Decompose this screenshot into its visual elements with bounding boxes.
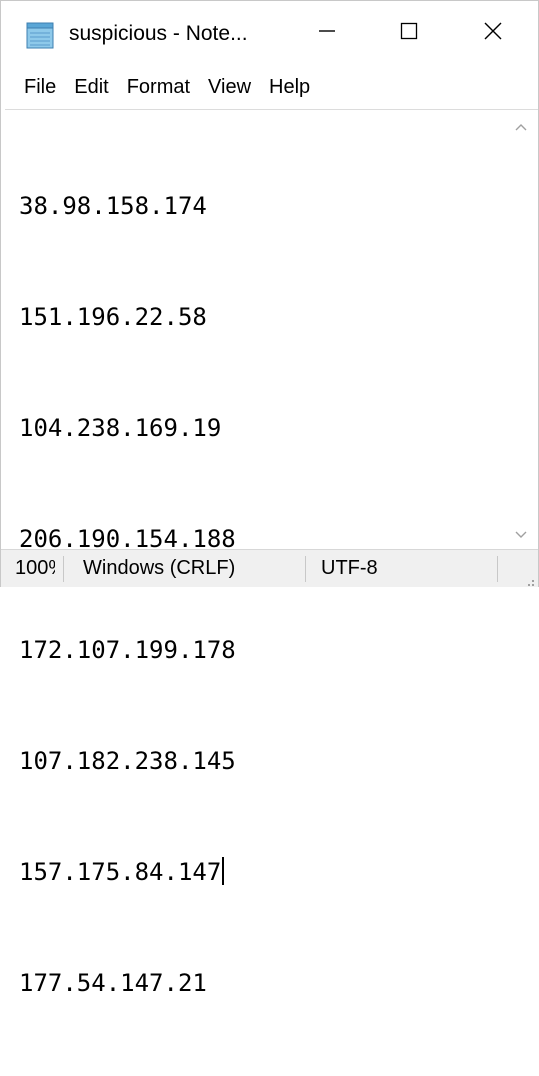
close-icon <box>483 21 503 46</box>
menu-file[interactable]: File <box>15 71 65 103</box>
status-line-ending: Windows (CRLF) <box>83 557 236 579</box>
resize-grip-icon[interactable] <box>522 571 536 586</box>
menu-edit[interactable]: Edit <box>65 71 117 103</box>
text-line: 172.107.199.178 <box>19 636 236 664</box>
text-editor[interactable]: 38.98.158.174 151.196.22.58 104.238.169.… <box>5 109 538 997</box>
window-title: suspicious - Note... <box>69 22 248 45</box>
menu-view[interactable]: View <box>199 71 260 103</box>
status-zoom: 100% <box>15 557 55 579</box>
text-line: 151.196.22.58 <box>19 303 207 331</box>
text-caret <box>222 857 225 885</box>
text-line: 157.175.84.147 <box>19 854 499 891</box>
status-bar: 100% Windows (CRLF) UTF-8 <box>1 549 538 587</box>
status-divider <box>305 556 306 582</box>
minimize-icon <box>317 21 337 46</box>
maximize-icon <box>399 21 419 46</box>
status-divider <box>63 556 64 582</box>
text-content[interactable]: 38.98.158.174 151.196.22.58 104.238.169.… <box>19 114 499 997</box>
status-encoding: UTF-8 <box>321 557 378 579</box>
notepad-window: suspicious - Note... File Edit Format Vi… <box>0 0 539 997</box>
menu-format[interactable]: Format <box>118 71 199 103</box>
vertical-scrollbar[interactable] <box>504 110 538 548</box>
menu-bar: File Edit Format View Help <box>1 65 538 109</box>
text-line: 104.238.169.19 <box>19 414 222 442</box>
status-divider <box>497 556 498 582</box>
notepad-icon <box>25 21 55 49</box>
text-line: 177.54.147.21 <box>19 969 207 997</box>
minimize-button[interactable] <box>293 1 361 65</box>
menu-help[interactable]: Help <box>260 71 319 103</box>
close-button[interactable] <box>459 1 527 65</box>
title-bar[interactable]: suspicious - Note... <box>1 1 538 65</box>
maximize-button[interactable] <box>375 1 443 65</box>
scroll-up-icon[interactable] <box>514 120 528 134</box>
text-line: 107.182.238.145 <box>19 747 236 775</box>
text-line: 38.98.158.174 <box>19 192 207 220</box>
scroll-down-icon[interactable] <box>514 528 528 542</box>
